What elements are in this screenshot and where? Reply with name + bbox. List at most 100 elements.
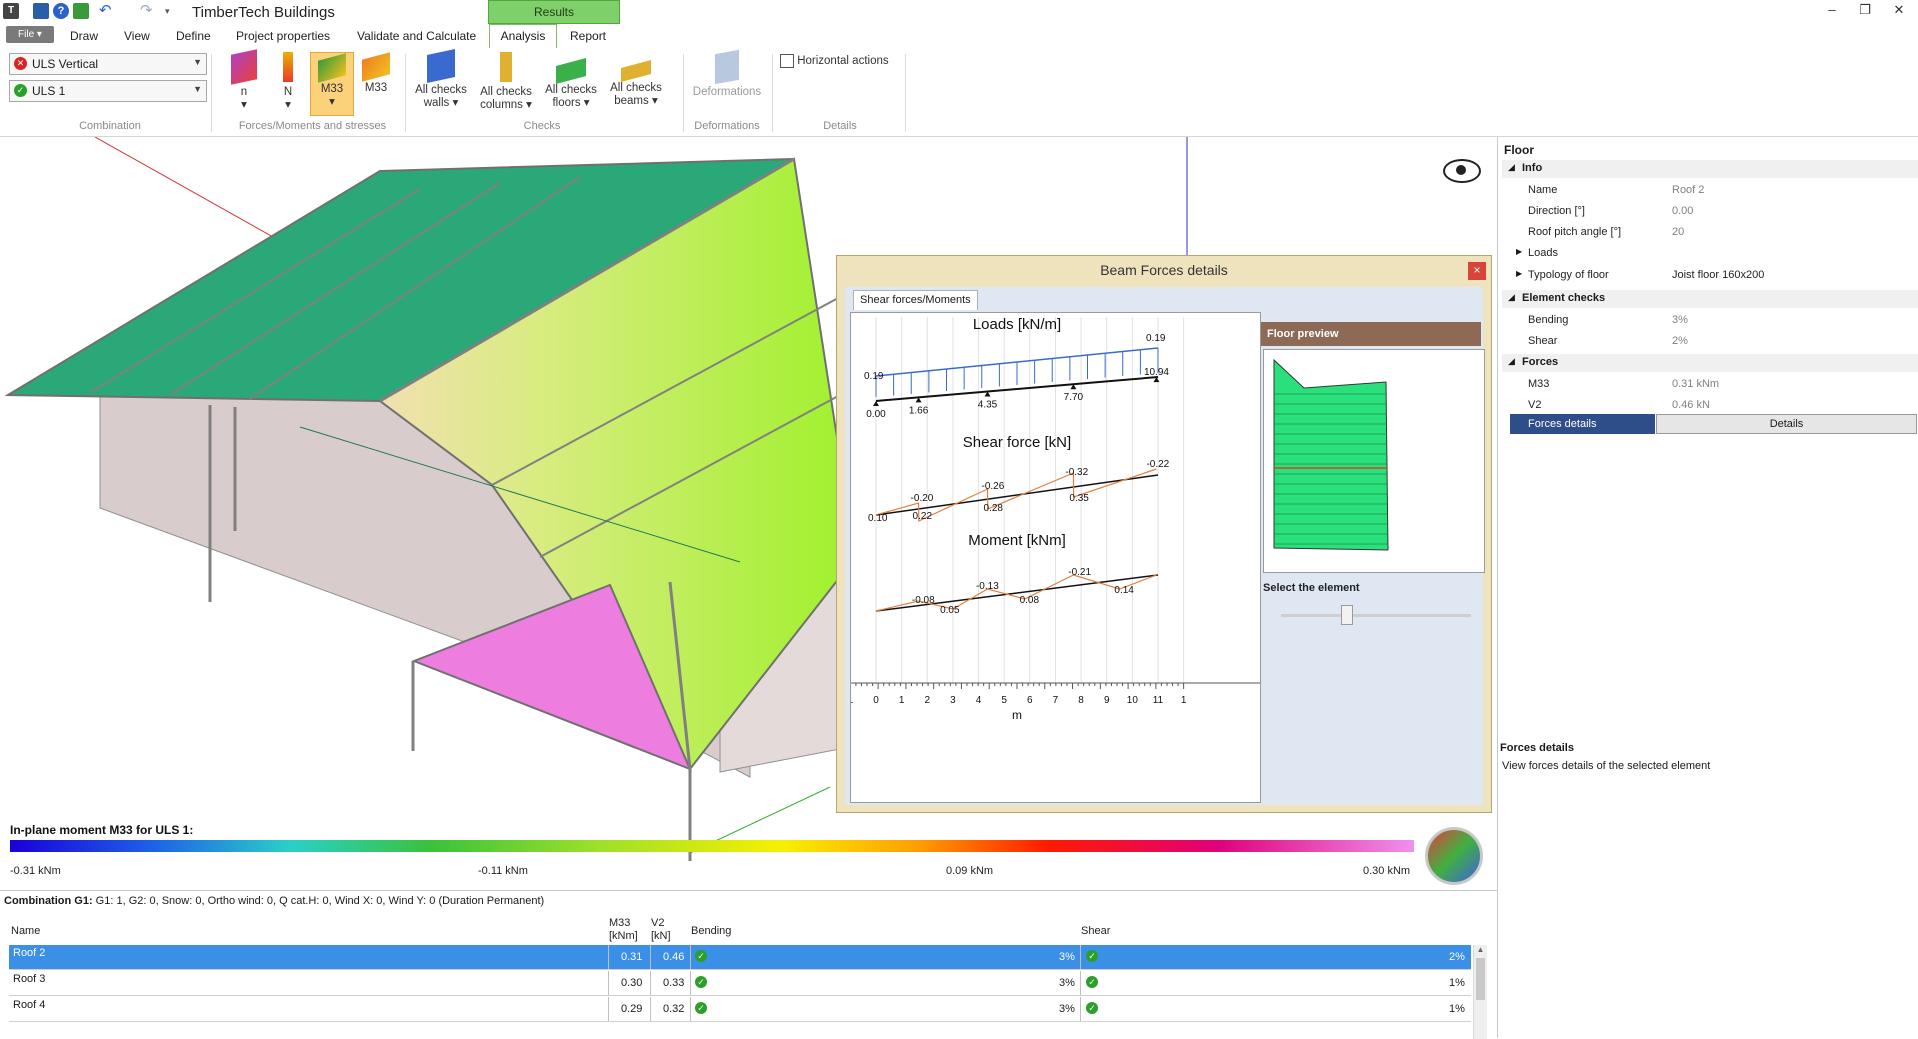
element-slider-thumb[interactable] — [1341, 605, 1353, 625]
combination-select[interactable]: ✓ ULS 1 ▼ — [9, 80, 207, 102]
all-checks-columns-button[interactable]: All checks columns ▾ — [476, 52, 536, 112]
properties-panel: Floor ◢ Info Name Roof 2 Direction [°] 0.0… — [1497, 137, 1918, 1038]
tab-analysis[interactable]: Analysis — [489, 24, 557, 49]
prop-row[interactable]: Direction [°] 0.00 — [1508, 202, 1918, 222]
section-checks-bar[interactable]: ◢ Element checks — [1502, 290, 1918, 308]
prop-row[interactable]: Shear 2% — [1508, 332, 1918, 352]
all-checks-walls-button[interactable]: All checks walls ▾ — [411, 49, 471, 110]
section-forces: Forces — [1522, 356, 1559, 368]
visibility-eye-icon[interactable] — [1443, 159, 1481, 183]
shear-data-label: 0.10 — [868, 513, 888, 524]
moment-title: Moment [kNm] — [968, 532, 1066, 549]
prop-row[interactable]: Bending 3% — [1508, 311, 1918, 331]
check-ok-icon: ✓ — [695, 1002, 707, 1014]
combination-label: ULS 1 — [32, 84, 66, 98]
deformations-button[interactable]: Deformations — [688, 49, 766, 99]
beams-label-2: beams — [614, 95, 649, 107]
all-checks-beams-button[interactable]: All checks beams ▾ — [606, 52, 666, 108]
panel-title: Floor — [1504, 143, 1534, 157]
restore-icon[interactable]: ❐ — [1853, 2, 1877, 20]
section-info: Info — [1522, 162, 1543, 174]
m33-stress-button[interactable]: M33 — [356, 52, 396, 95]
x-tick-label: 6 — [1027, 695, 1033, 706]
all-checks-floors-button[interactable]: All checks floors ▾ — [541, 52, 601, 110]
tab-file[interactable]: File ▾ — [6, 26, 54, 43]
support-position-label: 10.94 — [1144, 367, 1169, 378]
close-icon[interactable]: × — [1468, 262, 1486, 280]
table-row[interactable]: Roof 4 0.29 0.32 ✓ 3% ✓ 1% — [9, 997, 1471, 1022]
row-bending: 3% — [1059, 977, 1075, 989]
tab-shear-moments[interactable]: Shear forces/Moments — [853, 290, 978, 310]
n-button[interactable]: N ▾ — [270, 52, 306, 112]
loads-title: Loads [kN/m] — [973, 316, 1061, 333]
undo-icon[interactable]: ↶ — [99, 3, 115, 19]
table-row[interactable]: Roof 2 0.31 0.46 ✓ 3% ✓ 2% — [9, 945, 1471, 970]
scroll-thumb[interactable] — [1476, 958, 1485, 1000]
prop-row[interactable]: V2 0.46 kN — [1508, 396, 1918, 416]
tab-project-properties[interactable]: Project properties — [236, 29, 330, 43]
n-label: N — [283, 86, 293, 98]
floors-label-1: All checks — [545, 84, 597, 96]
view-cube-icon[interactable] — [1425, 827, 1483, 885]
deformations-label: Deformations — [692, 86, 762, 98]
prop-row[interactable]: Name Roof 2 — [1508, 181, 1918, 201]
x-tick-label: 0 — [873, 695, 879, 706]
tab-view[interactable]: View — [124, 29, 150, 43]
prop-row-loads[interactable]: ▶ Loads — [1508, 244, 1918, 264]
col-header-m33[interactable]: M33 — [609, 917, 630, 929]
legend-value-2: -0.11 kNm — [478, 865, 528, 877]
section-forces-bar[interactable]: ◢ Forces — [1502, 354, 1918, 372]
context-tab-results: Results — [488, 0, 620, 24]
section-info-bar[interactable]: ◢ Info — [1502, 160, 1918, 178]
more-icon[interactable]: ▾ — [165, 3, 181, 19]
prop-value: 0.00 — [1672, 205, 1694, 217]
tab-define[interactable]: Define — [176, 29, 211, 43]
expand-icon: ▶ — [1516, 269, 1523, 278]
x-tick-label: 8 — [1078, 695, 1084, 706]
check-ok-icon: ✓ — [1086, 976, 1098, 988]
redo-icon[interactable]: ↷ — [140, 3, 156, 19]
moment-data-label: 0.08 — [1020, 595, 1040, 606]
minimize-icon[interactable]: – — [1820, 2, 1844, 20]
n-small-label: n — [240, 86, 248, 98]
tab-validate-calculate[interactable]: Validate and Calculate — [357, 29, 476, 43]
col-header-v2[interactable]: V2 — [651, 917, 664, 929]
prop-row[interactable]: Roof pitch angle [°] 20 — [1508, 223, 1918, 243]
col-header-shear[interactable]: Shear — [1081, 925, 1110, 937]
app-icon[interactable]: T — [3, 3, 19, 19]
combination-type-select[interactable]: ✕ ULS Vertical ▼ — [9, 53, 207, 75]
combination-type-label: ULS Vertical — [32, 57, 99, 71]
row-m33: 0.30 — [621, 977, 643, 989]
prop-value: 2% — [1672, 335, 1688, 347]
walls-check-icon — [427, 49, 455, 83]
x-tick-label: 1 — [851, 695, 854, 706]
forces-details-label: Forces details — [1528, 418, 1597, 430]
shear-data-label: -0.32 — [1065, 467, 1088, 478]
export-icon[interactable] — [73, 3, 89, 19]
save-icon[interactable] — [33, 3, 49, 19]
col-header-name[interactable]: Name — [11, 925, 40, 937]
scroll-up-icon[interactable]: ▲ — [1474, 945, 1487, 954]
help-icon[interactable]: ? — [53, 3, 69, 19]
deformations-icon — [715, 49, 739, 85]
details-button[interactable]: Details — [1656, 414, 1917, 434]
beam-diagrams-chart: Loads [kN/m] 0.19 0.19 0.00 1.66 4.35 7.70 10.9… — [848, 316, 1260, 722]
prop-row-typology[interactable]: ▶ Typology of floor Joist floor 160x200 — [1508, 266, 1918, 286]
n-small-button[interactable]: n ▾ — [224, 49, 264, 112]
horizontal-actions-button[interactable]: Horizontal actions — [780, 54, 889, 68]
tab-report[interactable]: Report — [570, 29, 606, 43]
m33-button-active[interactable]: M33 ▾ — [310, 52, 354, 116]
group-separator — [772, 54, 773, 132]
element-slider-track[interactable] — [1281, 614, 1471, 617]
prop-row[interactable]: M33 0.31 kNm — [1508, 375, 1918, 395]
forces-details-row[interactable]: Forces details — [1510, 414, 1655, 434]
row-v2: 0.46 — [663, 951, 685, 963]
col-header-bending[interactable]: Bending — [691, 925, 731, 937]
results-grid: Combination G1: G1: 1, G2: 0, Snow: 0, O… — [0, 890, 1497, 1039]
tab-draw[interactable]: Draw — [70, 29, 98, 43]
grid-scrollbar[interactable]: ▲ — [1473, 945, 1487, 1039]
close-icon[interactable]: ✕ — [1887, 2, 1911, 20]
row-shear: 1% — [1449, 1003, 1465, 1015]
beams-label-1: All checks — [610, 82, 662, 94]
table-row[interactable]: Roof 3 0.30 0.33 ✓ 3% ✓ 1% — [9, 971, 1471, 996]
